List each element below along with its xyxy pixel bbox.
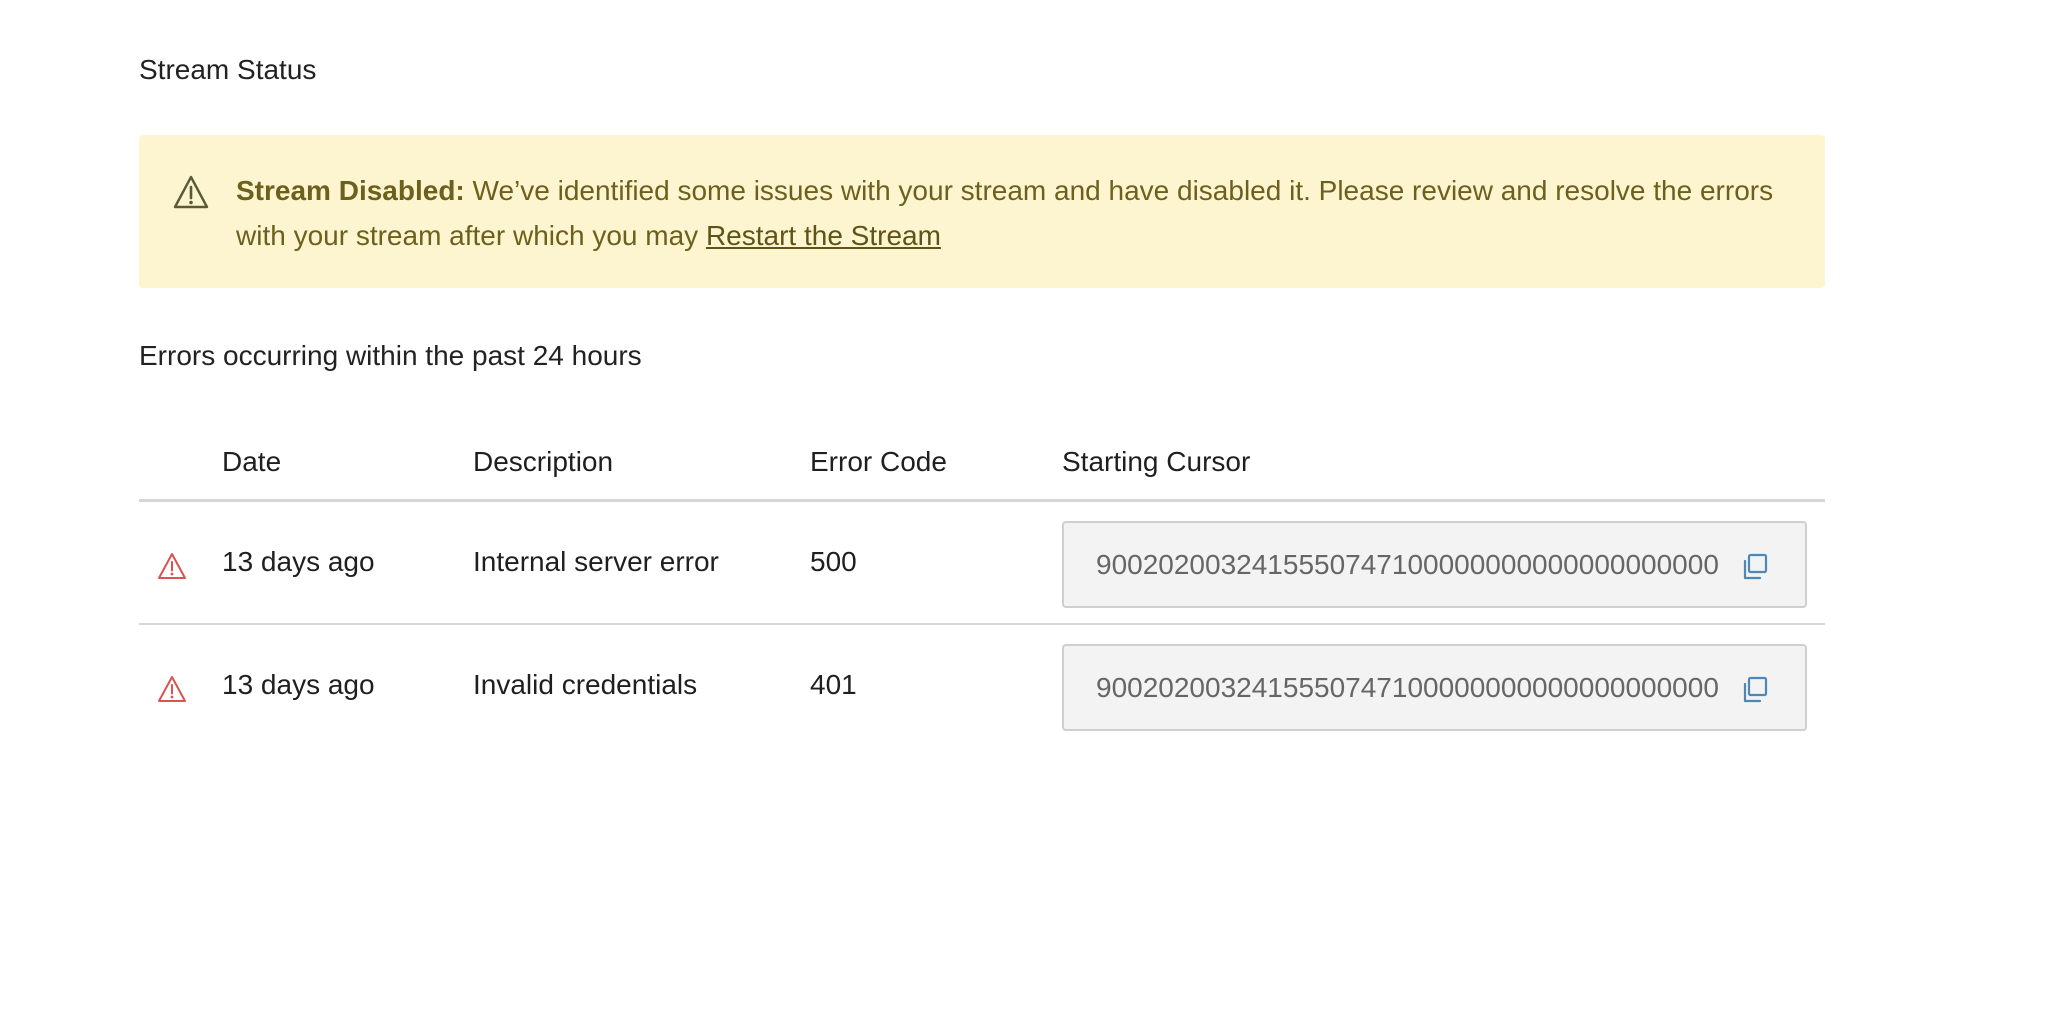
column-header-date: Date: [222, 446, 282, 477]
column-header-starting-cursor: Starting Cursor: [1062, 446, 1251, 477]
column-header-error-code: Error Code: [810, 446, 947, 477]
errors-section-title: Errors occurring within the past 24 hour…: [139, 340, 642, 371]
stream-disabled-alert: Stream Disabled: We’ve identified some i…: [139, 135, 1825, 288]
cursor-value[interactable]: 9002020032415550747100000000000000000000…: [1096, 670, 1720, 706]
cursor-value[interactable]: 9002020032415550747100000000000000000000…: [1096, 547, 1720, 583]
row-error-code: 401: [810, 669, 857, 700]
table-row: 13 days ago Invalid credentials 401 9002…: [139, 625, 1825, 746]
copy-icon[interactable]: [1740, 675, 1770, 705]
table-row: 13 days ago Internal server error 500 90…: [139, 502, 1825, 625]
cursor-field[interactable]: 9002020032415550747100000000000000000000…: [1062, 521, 1807, 608]
restart-stream-link[interactable]: Restart the Stream: [706, 220, 941, 251]
page-title: Stream Status: [139, 54, 317, 85]
warning-triangle-icon: [173, 175, 209, 209]
alert-body: We’ve identified some issues with your s…: [236, 175, 1774, 251]
row-date: 13 days ago: [222, 546, 375, 577]
error-warning-icon: [158, 676, 186, 702]
row-description: Internal server error: [473, 546, 719, 577]
alert-message: Stream Disabled: We’ve identified some i…: [236, 168, 1796, 258]
table-header: Date Description Error Code Starting Cur…: [139, 430, 1825, 502]
copy-icon[interactable]: [1740, 552, 1770, 582]
errors-table: Date Description Error Code Starting Cur…: [139, 430, 1825, 746]
row-date: 13 days ago: [222, 669, 375, 700]
row-error-code: 500: [810, 546, 857, 577]
row-description: Invalid credentials: [473, 669, 698, 700]
alert-label: Stream Disabled:: [236, 175, 465, 206]
column-header-description: Description: [473, 446, 614, 477]
cursor-field[interactable]: 9002020032415550747100000000000000000000…: [1062, 644, 1807, 731]
error-warning-icon: [158, 553, 186, 579]
